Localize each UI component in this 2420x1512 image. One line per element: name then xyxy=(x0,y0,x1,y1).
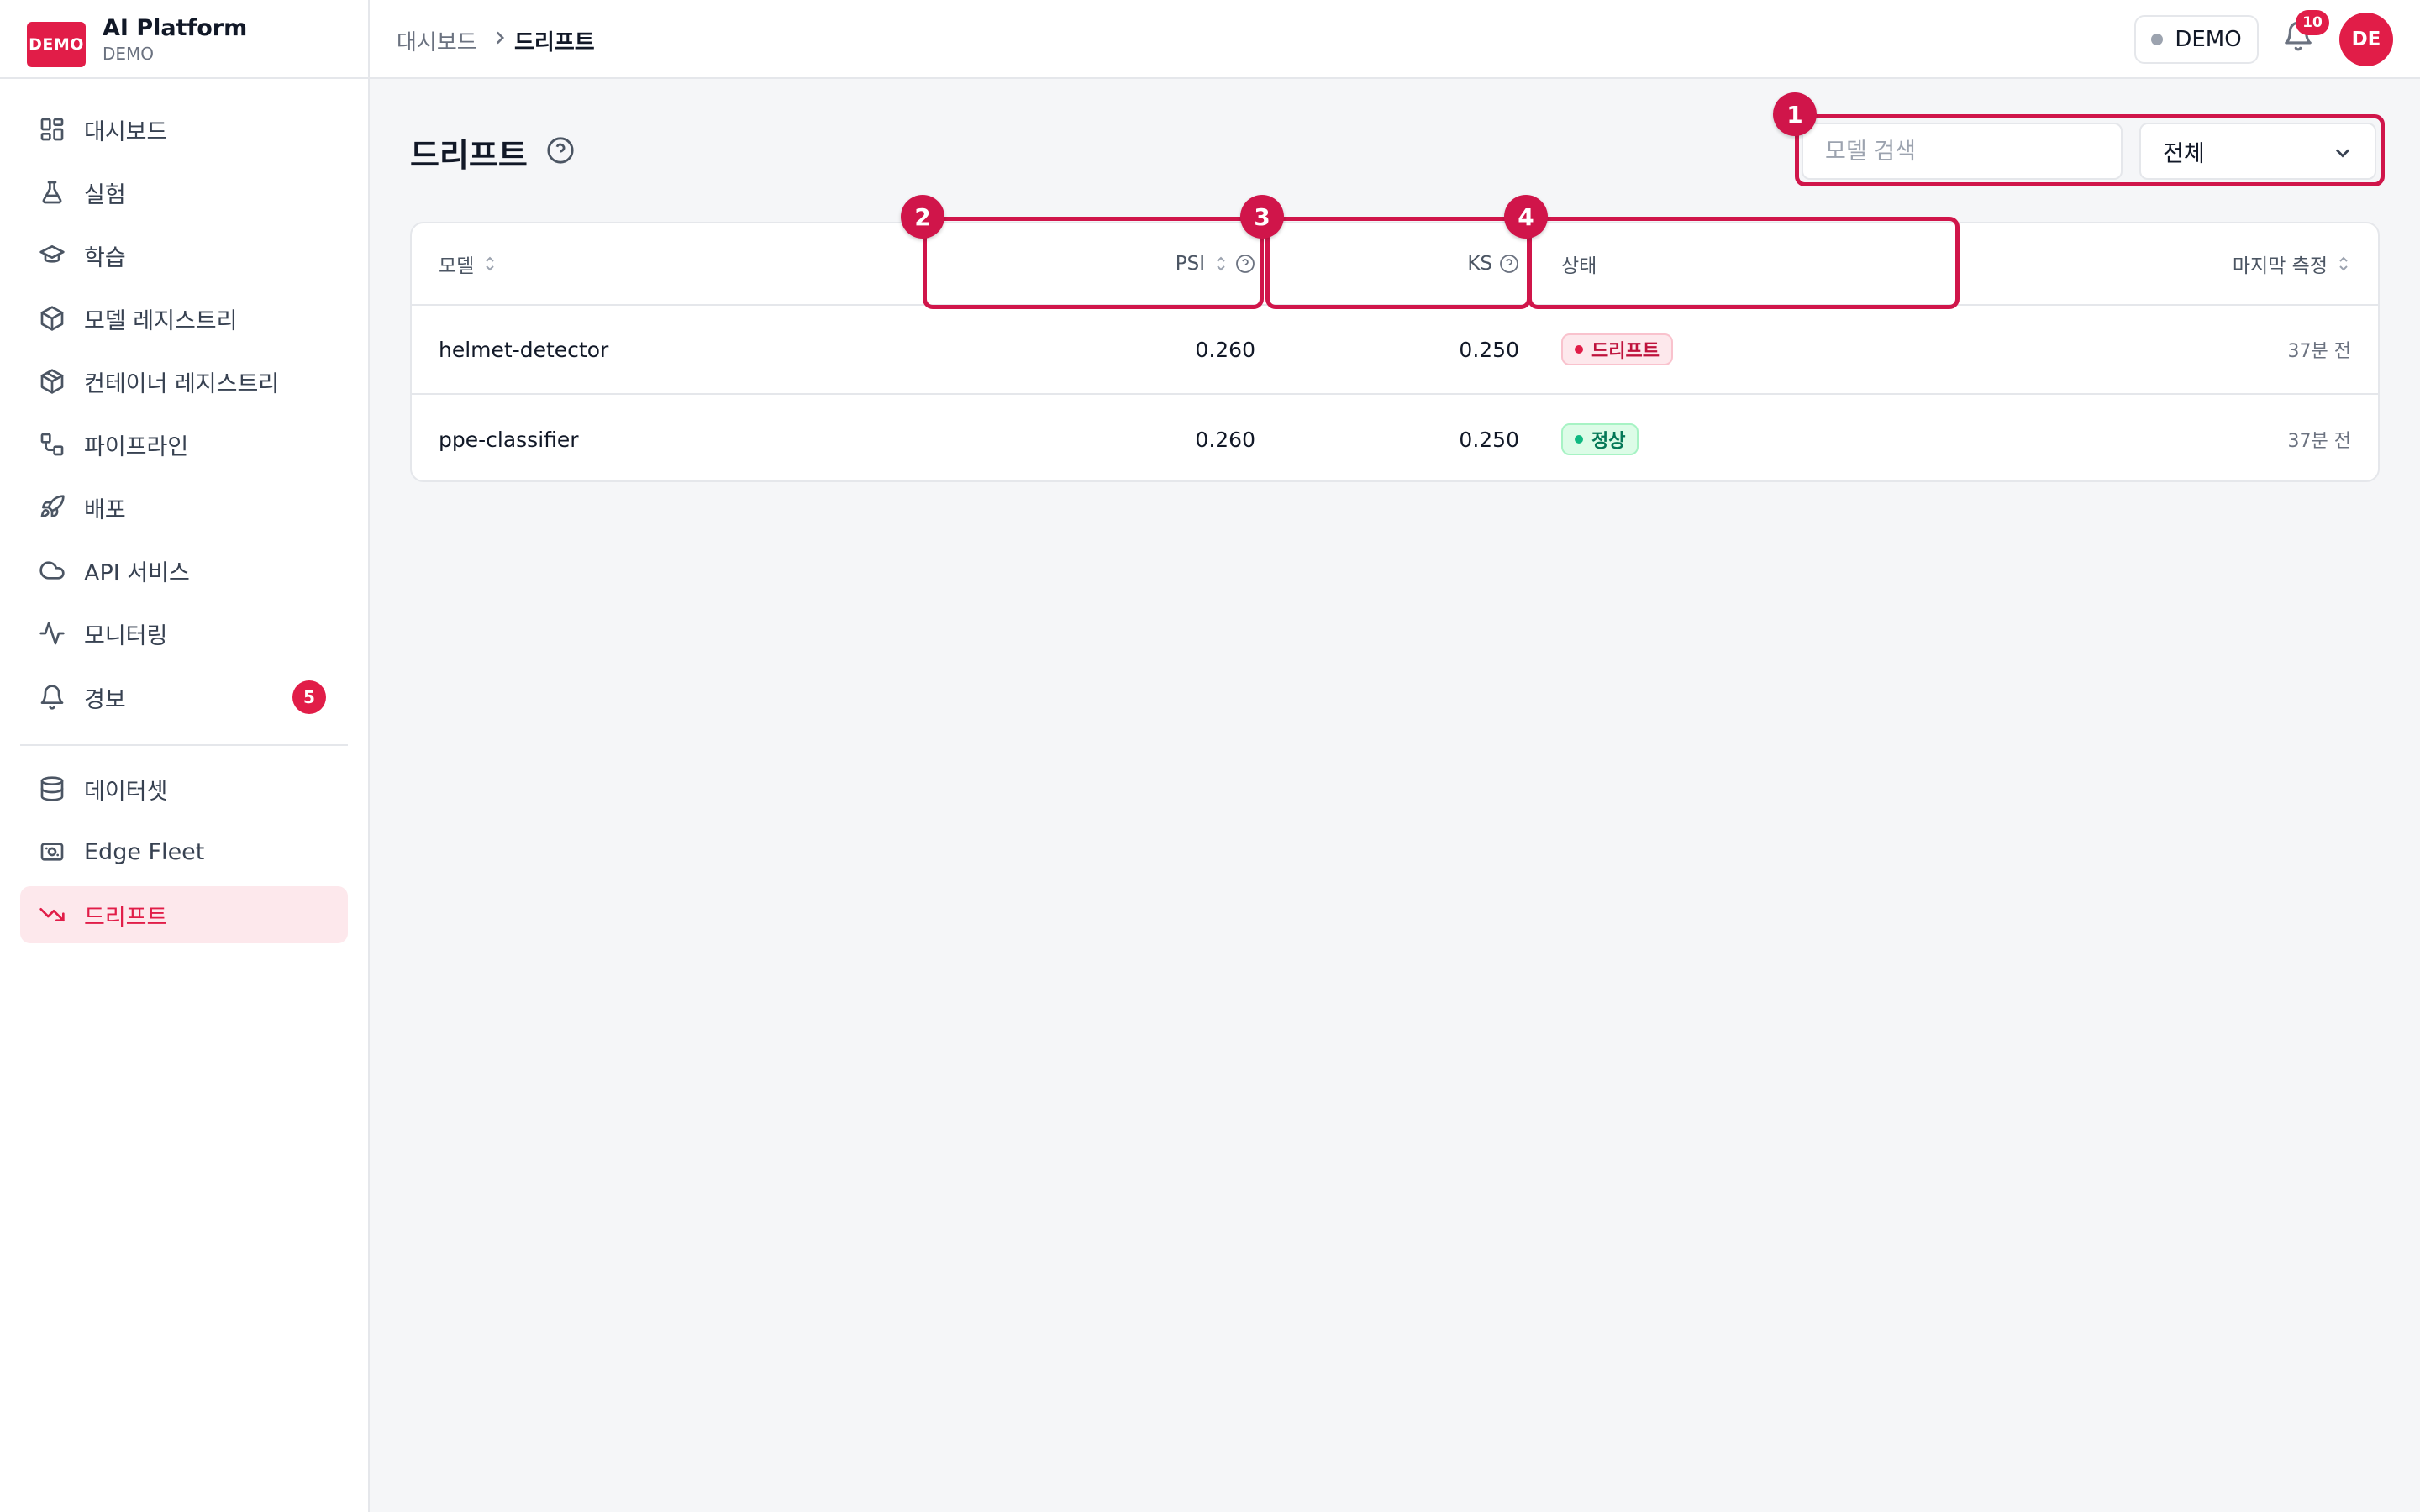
status-dot xyxy=(1575,435,1583,444)
help-circle-icon[interactable] xyxy=(1499,254,1519,274)
sidebar-item-drift[interactable]: 드리프트 xyxy=(20,886,348,943)
sidebar-item-training[interactable]: 학습 xyxy=(20,227,348,284)
brand[interactable]: DEMO AI Platform DEMO xyxy=(0,0,368,79)
chevron-down-icon xyxy=(2331,141,2354,165)
sidebar-item-label: 컨테이너 레지스트리 xyxy=(84,370,280,397)
sidebar-item-pipelines[interactable]: 파이프라인 xyxy=(20,416,348,473)
drift-table: 모델 PSI KS 상태 마지막 측정 helmet-detector 0.26… xyxy=(410,222,2380,482)
column-header-model[interactable]: 모델 xyxy=(439,223,497,304)
dashboard-grid-icon xyxy=(39,116,66,143)
callout-marker-1: 1 xyxy=(1773,92,1817,136)
sidebar-item-label: 파이프라인 xyxy=(84,433,189,460)
package-icon xyxy=(39,368,66,395)
rocket-icon xyxy=(39,494,66,521)
chevron-right-icon xyxy=(489,25,511,50)
help-circle-icon[interactable] xyxy=(546,136,575,165)
column-header-label: 마지막 측정 xyxy=(2232,255,2328,277)
status-dot xyxy=(1575,345,1583,354)
sidebar-item-dashboard[interactable]: 대시보드 xyxy=(20,101,348,158)
breadcrumb-current: 드리프트 xyxy=(514,30,595,55)
last-measured: 37분 전 xyxy=(2287,341,2351,362)
environment-selector[interactable]: DEMO xyxy=(2134,15,2259,64)
user-avatar[interactable]: DE xyxy=(2339,13,2393,66)
status-label: 정상 xyxy=(1591,431,1626,452)
breadcrumb-root[interactable]: 대시보드 xyxy=(397,25,477,56)
brand-subtitle: DEMO xyxy=(103,44,155,64)
sidebar-item-deployment[interactable]: 배포 xyxy=(20,479,348,536)
table-row[interactable]: ppe-classifier 0.260 0.250 정상 37분 전 xyxy=(412,395,2378,480)
callout-marker-3: 3 xyxy=(1240,195,1284,239)
flask-icon xyxy=(39,179,66,206)
sidebar-item-label: Edge Fleet xyxy=(84,838,205,865)
page-title: 드리프트 xyxy=(410,137,528,174)
status-badge: 정상 xyxy=(1561,423,1639,455)
column-header-label: KS xyxy=(1467,253,1492,275)
cube-icon xyxy=(39,305,66,332)
sidebar-item-container-registry[interactable]: 컨테이너 레지스트리 xyxy=(20,353,348,410)
bell-icon xyxy=(39,684,66,711)
database-icon xyxy=(39,775,66,802)
sidebar-divider xyxy=(20,744,348,746)
column-header-status: 상태 xyxy=(1561,223,1597,304)
sidebar-item-api-service[interactable]: API 서비스 xyxy=(20,542,348,599)
sidebar-item-label: 모니터링 xyxy=(84,622,168,649)
ks-value: 0.250 xyxy=(1459,337,1519,362)
column-header-ks: KS xyxy=(1467,223,1519,304)
sort-icon xyxy=(1213,253,1228,275)
help-circle-icon[interactable] xyxy=(1235,254,1255,274)
sidebar-item-datasets[interactable]: 데이터셋 xyxy=(20,760,348,817)
sidebar-item-label: 모델 레지스트리 xyxy=(84,307,238,334)
sort-icon xyxy=(2336,253,2351,275)
model-name: helmet-detector xyxy=(439,337,609,362)
sidebar-item-label: 대시보드 xyxy=(84,118,168,145)
sidebar-item-label: 경보 xyxy=(84,686,126,713)
workflow-icon xyxy=(39,431,66,458)
psi-value: 0.260 xyxy=(1195,337,1255,362)
sidebar-item-model-registry[interactable]: 모델 레지스트리 xyxy=(20,290,348,347)
chip-icon xyxy=(39,838,66,865)
sidebar-item-label: 실험 xyxy=(84,181,126,208)
table-header: 모델 PSI KS 상태 마지막 측정 xyxy=(412,223,2378,306)
column-header-last-measured[interactable]: 마지막 측정 xyxy=(2233,223,2351,304)
sidebar-item-monitoring[interactable]: 모니터링 xyxy=(20,605,348,662)
notification-count-badge: 10 xyxy=(2296,10,2329,35)
callout-marker-2: 2 xyxy=(901,195,944,239)
status-badge: 드리프트 xyxy=(1561,333,1673,365)
ks-value: 0.250 xyxy=(1459,427,1519,452)
column-header-psi[interactable]: PSI xyxy=(1176,223,1255,304)
brand-logo: DEMO xyxy=(27,22,86,67)
status-label: 드리프트 xyxy=(1591,341,1660,362)
sidebar-item-label: 데이터셋 xyxy=(84,778,168,805)
sidebar-item-label: 학습 xyxy=(84,244,126,271)
environment-status-dot xyxy=(2151,34,2164,45)
model-search-input[interactable] xyxy=(1802,123,2123,180)
brand-title: AI Platform xyxy=(103,15,248,41)
sidebar-item-alerts[interactable]: 경보 5 xyxy=(20,669,348,726)
last-measured: 37분 전 xyxy=(2287,431,2351,452)
status-filter-select[interactable]: 전체 xyxy=(2139,123,2376,180)
column-header-label: PSI xyxy=(1175,253,1205,275)
column-header-label: 상태 xyxy=(1561,255,1597,277)
environment-label: DEMO xyxy=(2175,27,2242,52)
trending-down-icon xyxy=(39,901,66,928)
sidebar-item-label: 배포 xyxy=(84,496,126,523)
activity-icon xyxy=(39,620,66,647)
sidebar: DEMO AI Platform DEMO 대시보드 실험 학습 모델 레지스트… xyxy=(0,0,370,1512)
table-row[interactable]: helmet-detector 0.260 0.250 드리프트 37분 전 xyxy=(412,306,2378,395)
model-name: ppe-classifier xyxy=(439,427,579,452)
top-bar: 대시보드 드리프트 xyxy=(370,0,2420,79)
graduation-cap-icon xyxy=(39,242,66,269)
cloud-icon xyxy=(39,557,66,584)
sidebar-item-label: API 서비스 xyxy=(84,559,190,586)
sort-icon xyxy=(482,253,497,275)
callout-marker-4: 4 xyxy=(1504,195,1548,239)
sidebar-item-experiments[interactable]: 실험 xyxy=(20,164,348,221)
sidebar-item-label: 드리프트 xyxy=(84,904,168,931)
column-header-label: 모델 xyxy=(439,255,475,277)
alerts-count-badge: 5 xyxy=(292,680,326,714)
sidebar-item-edge-fleet[interactable]: Edge Fleet xyxy=(20,823,348,880)
status-filter-value: 전체 xyxy=(2163,140,2205,167)
psi-value: 0.260 xyxy=(1195,427,1255,452)
